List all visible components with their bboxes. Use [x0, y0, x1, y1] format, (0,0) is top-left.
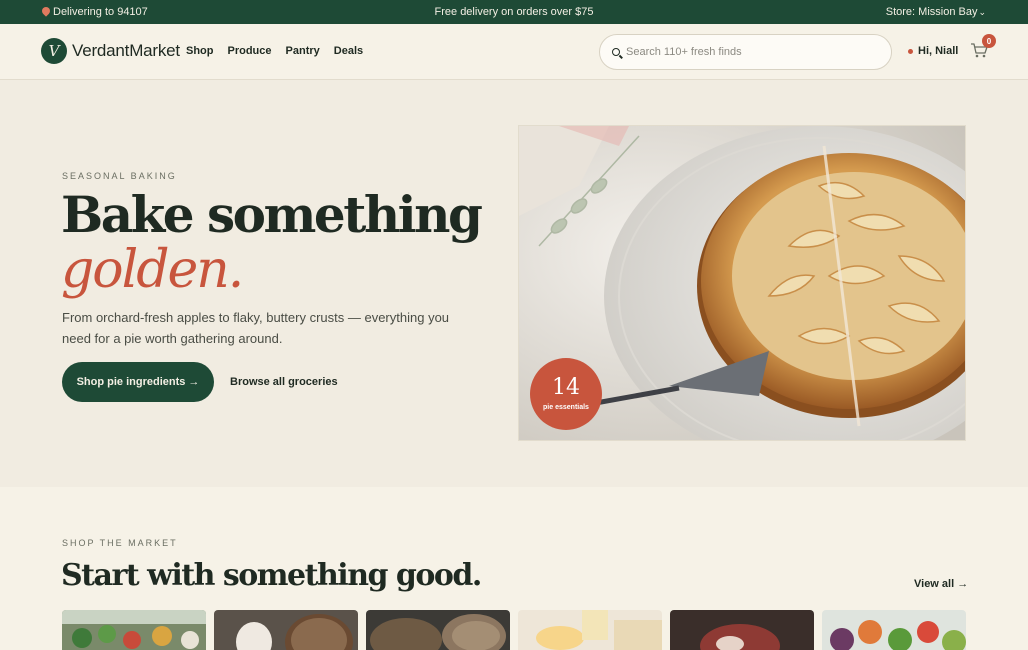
- hero-headline: Bake something: [61, 185, 483, 244]
- market-title: Start with something good.: [61, 558, 482, 593]
- produce-stand-image: [62, 610, 206, 650]
- market-eyebrow: SHOP THE MARKET: [62, 538, 178, 548]
- nav-item-produce[interactable]: Produce: [228, 45, 272, 57]
- search-bar[interactable]: [599, 34, 892, 70]
- category-tile-vegetables[interactable]: [822, 610, 966, 650]
- store-selector-label: Store: Mission Bay: [885, 6, 978, 18]
- hero-section: SEASONAL BAKING Bake something golden. F…: [0, 80, 1028, 487]
- store-selector[interactable]: Store: Mission Bay ⌄: [886, 6, 986, 18]
- bread-loaves-image: [366, 610, 510, 650]
- category-tile-meat[interactable]: [670, 610, 814, 650]
- shop-the-market-section: SHOP THE MARKET Start with something goo…: [0, 487, 1028, 650]
- hero-eyebrow: SEASONAL BAKING: [62, 171, 177, 181]
- dairy-image: [518, 610, 662, 650]
- site-header: V VerdantMarket Shop Produce Pantry Deal…: [0, 24, 1028, 80]
- view-all-link[interactable]: View all →: [914, 578, 968, 590]
- status-dot: [908, 48, 913, 54]
- nav-item-pantry[interactable]: Pantry: [286, 45, 320, 57]
- chevron-down-icon: ⌄: [978, 6, 986, 17]
- cart-button[interactable]: 0: [970, 34, 996, 60]
- badge-label: pie essentials: [543, 404, 589, 411]
- logo-icon[interactable]: V: [41, 38, 67, 64]
- cart-count-badge: 0: [982, 34, 996, 48]
- hero-description: From orchard-fresh apples to flaky, butt…: [62, 310, 450, 346]
- pie-essentials-badge: 14 pie essentials: [530, 358, 602, 430]
- main-nav: Shop Produce Pantry Deals: [186, 45, 363, 57]
- meat-image: [670, 610, 814, 650]
- badge-number: 14: [552, 375, 580, 400]
- shop-pie-ingredients-button[interactable]: Shop pie ingredients →: [62, 362, 214, 402]
- eggs-bread-image: [214, 610, 358, 650]
- category-tile-breads[interactable]: [366, 610, 510, 650]
- vegetables-image: [822, 610, 966, 650]
- brand-name[interactable]: VerdantMarket: [72, 41, 180, 61]
- promo-text: Free delivery on orders over $75: [434, 6, 594, 18]
- category-tiles: [62, 610, 966, 650]
- nav-item-deals[interactable]: Deals: [334, 45, 363, 57]
- browse-groceries-link[interactable]: Browse all groceries: [230, 376, 338, 388]
- search-input[interactable]: [626, 46, 866, 58]
- category-tile-dairy[interactable]: [518, 610, 662, 650]
- account-menu[interactable]: Hi, Niall: [908, 45, 958, 57]
- announcement-bar: Delivering to 94107 Free delivery on ord…: [0, 0, 1028, 24]
- greeting-text: Hi, Niall: [918, 45, 959, 57]
- nav-item-shop[interactable]: Shop: [186, 45, 214, 57]
- category-tile-bakery[interactable]: [214, 610, 358, 650]
- category-tile-produce[interactable]: [62, 610, 206, 650]
- search-icon: [612, 48, 620, 56]
- hero-headline-accent: golden.: [61, 240, 244, 300]
